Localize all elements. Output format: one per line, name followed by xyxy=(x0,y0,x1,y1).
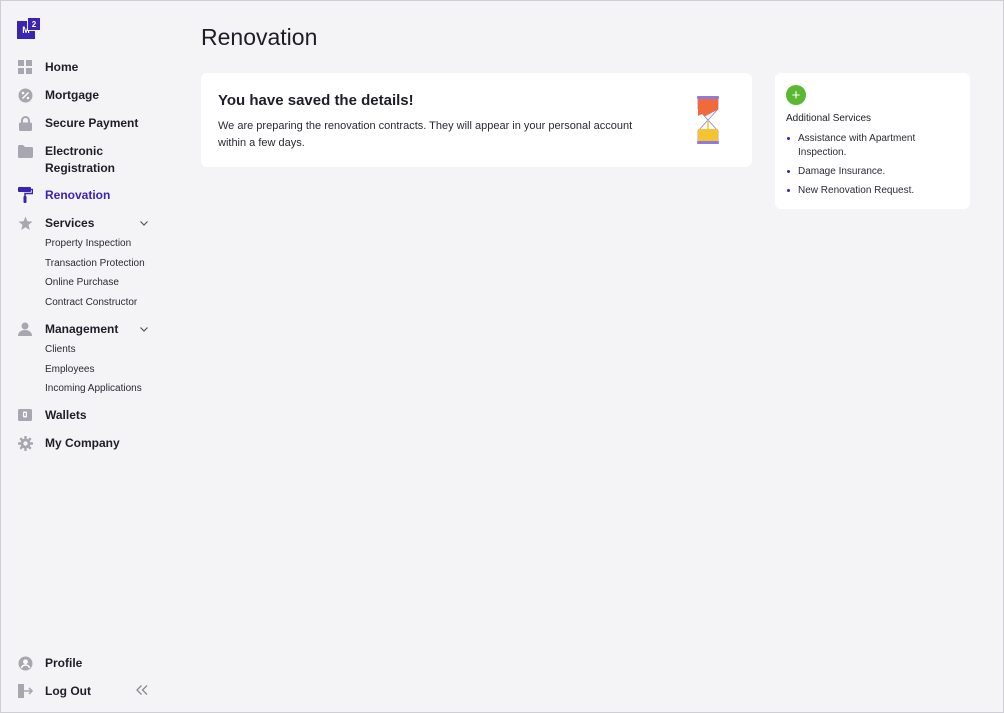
notice-heading: You have saved the details! xyxy=(218,92,414,109)
additional-services-title: Additional Services xyxy=(786,113,872,124)
sidebar: M 2 Home Mortgage Secure Payment Electro… xyxy=(0,0,170,713)
collapse-sidebar-icon[interactable] xyxy=(135,684,149,696)
subnav-online-purchase[interactable]: Online Purchase xyxy=(45,277,119,288)
subnav-property-inspection[interactable]: Property Inspection xyxy=(45,238,131,249)
gear-icon xyxy=(17,435,33,451)
percent-badge-icon xyxy=(17,87,33,103)
chevron-down-icon[interactable] xyxy=(139,324,149,334)
notice-text: We are preparing the renovation contract… xyxy=(218,120,633,149)
nav-my-company[interactable]: My Company xyxy=(17,435,157,452)
nav-mortgage[interactable]: Mortgage xyxy=(17,87,157,104)
nav-my-company-label: My Company xyxy=(45,436,120,450)
folder-icon xyxy=(17,143,33,159)
nav-electronic-registration-label: Electronic Registration xyxy=(45,143,115,177)
hourglass-icon xyxy=(697,96,719,144)
nav-wallets[interactable]: Wallets xyxy=(17,407,157,424)
nav-services[interactable]: Services xyxy=(17,215,157,232)
subnav-employees[interactable]: Employees xyxy=(45,364,94,375)
subnav-transaction-protection[interactable]: Transaction Protection xyxy=(45,258,145,269)
subnav-clients[interactable]: Clients xyxy=(45,344,76,355)
nav-mortgage-label: Mortgage xyxy=(45,88,99,102)
nav-electronic-registration[interactable]: Electronic Registration xyxy=(17,143,157,177)
person-icon xyxy=(17,321,33,337)
logo[interactable]: M 2 xyxy=(17,17,42,39)
nav-management-label: Management xyxy=(45,322,119,336)
nav-electronic-registration-line2: Registration xyxy=(45,161,116,175)
additional-services-list: Assistance with Apartment Inspection. Da… xyxy=(786,132,961,203)
nav-profile[interactable]: Profile xyxy=(17,655,157,672)
subnav-contract-constructor[interactable]: Contract Constructor xyxy=(45,297,137,308)
logo-superscript: 2 xyxy=(27,17,41,31)
nav-management[interactable]: Management xyxy=(17,321,157,338)
service-link-new-renovation-request[interactable]: New Renovation Request. xyxy=(786,184,961,198)
service-link-apartment-inspection[interactable]: Assistance with Apartment Inspection. xyxy=(786,132,961,160)
saved-notice-card: You have saved the details! We are prepa… xyxy=(201,73,752,167)
nav-wallets-label: Wallets xyxy=(45,408,87,422)
paint-roller-icon xyxy=(17,187,33,203)
lock-icon xyxy=(17,115,33,131)
service-link-damage-insurance[interactable]: Damage Insurance. xyxy=(786,165,961,179)
grid-icon xyxy=(17,59,33,75)
page-title: Renovation xyxy=(201,24,318,50)
nav-secure-payment-label: Secure Payment xyxy=(45,116,139,130)
nav-log-out-label: Log Out xyxy=(45,684,91,698)
nav-profile-label: Profile xyxy=(45,656,83,670)
nav-secure-payment[interactable]: Secure Payment xyxy=(17,115,157,132)
nav-electronic-registration-line1: Electronic xyxy=(45,144,104,158)
wallet-icon xyxy=(17,407,33,423)
nav-services-label: Services xyxy=(45,216,95,230)
chevron-down-icon[interactable] xyxy=(139,218,149,228)
nav-home-label: Home xyxy=(45,60,79,74)
nav-home[interactable]: Home xyxy=(17,59,157,76)
nav-renovation[interactable]: Renovation xyxy=(17,187,157,204)
nav-renovation-label: Renovation xyxy=(45,188,111,202)
star-icon xyxy=(17,215,33,231)
subnav-incoming-applications[interactable]: Incoming Applications xyxy=(45,383,142,394)
logout-icon xyxy=(17,683,33,699)
profile-icon xyxy=(17,655,33,671)
add-service-button[interactable]: + xyxy=(786,85,806,105)
additional-services-card: + Additional Services Assistance with Ap… xyxy=(775,73,970,209)
